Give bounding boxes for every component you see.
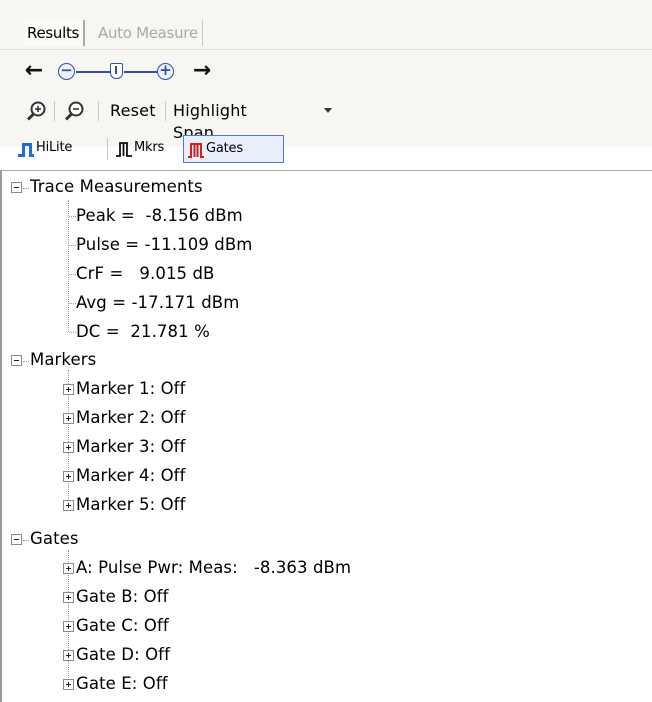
expand-toggle-gate-b[interactable] <box>63 592 74 603</box>
expand-toggle-gate-c[interactable] <box>63 621 74 632</box>
tree-node-gates[interactable]: Gates <box>30 526 79 552</box>
expand-toggle-gate-e[interactable] <box>63 679 74 690</box>
toolbar-separator <box>165 101 166 121</box>
collapse-toggle-gates[interactable] <box>11 534 22 545</box>
slider-track-left[interactable] <box>76 71 110 73</box>
results-panel: Results Auto Measure ← − + → Reset Highl… <box>0 0 652 702</box>
trace-item-avg: Avg = -17.171 dBm <box>76 293 240 312</box>
trace-item-peak: Peak = -8.156 dBm <box>76 206 243 225</box>
marker-item-4[interactable]: Marker 4: Off <box>76 463 186 489</box>
gate-item-a[interactable]: A: Pulse Pwr: Meas: -8.363 dBm <box>76 555 351 581</box>
collapse-toggle-trace[interactable] <box>11 182 22 193</box>
marker-item-2[interactable]: Marker 2: Off <box>76 405 186 431</box>
tree-connector <box>23 361 29 362</box>
marker-item-5[interactable]: Marker 5: Off <box>76 492 186 518</box>
zoom-in-icon[interactable]: + <box>157 63 174 80</box>
trace-item-dc: DC = 21.781 % <box>76 322 210 341</box>
toolbar-separator <box>98 101 99 121</box>
hilite-label: HiLite <box>36 140 73 155</box>
marker-item-1[interactable]: Marker 1: Off <box>76 376 186 402</box>
tree-connector <box>69 245 76 246</box>
toolbar-separator <box>107 138 108 160</box>
tree-connector <box>68 200 69 332</box>
expand-toggle-marker-1[interactable] <box>63 384 74 395</box>
hilite-icon <box>18 143 34 157</box>
gates-icon <box>188 143 204 158</box>
tree-connector <box>69 216 76 217</box>
gate-item-e[interactable]: Gate E: Off <box>76 671 168 697</box>
expand-toggle-marker-5[interactable] <box>63 500 74 511</box>
tab-auto-measure[interactable]: Auto Measure <box>94 20 203 46</box>
expand-toggle-marker-2[interactable] <box>63 413 74 424</box>
mkrs-label: Mkrs <box>134 140 165 155</box>
gates-toggle-button[interactable]: Gates <box>183 135 284 163</box>
tree-connector <box>69 332 76 333</box>
tree-connector <box>23 540 29 541</box>
magnifier-plus-icon[interactable] <box>26 100 48 122</box>
reset-button[interactable]: Reset <box>110 100 156 122</box>
tab-strip: Results Auto Measure <box>0 0 652 50</box>
toolbar-separator <box>54 101 55 121</box>
expand-toggle-gate-d[interactable] <box>63 650 74 661</box>
tree-connector <box>69 274 76 275</box>
expand-toggle-marker-3[interactable] <box>63 442 74 453</box>
collapse-toggle-markers[interactable] <box>11 355 22 366</box>
tree-connector <box>69 303 76 304</box>
gates-label: Gates <box>206 141 243 156</box>
tab-results[interactable]: Results <box>25 20 86 46</box>
chevron-down-icon[interactable] <box>324 108 332 113</box>
markers-icon <box>116 142 132 157</box>
marker-item-3[interactable]: Marker 3: Off <box>76 434 186 460</box>
slider-track-right[interactable] <box>124 71 157 73</box>
hilite-toggle-button[interactable]: HiLite <box>14 135 103 163</box>
arrow-right-icon[interactable]: → <box>192 58 212 86</box>
gate-item-b[interactable]: Gate B: Off <box>76 584 169 610</box>
zoom-slider-row: ← − + → <box>24 58 224 86</box>
magnifier-minus-icon[interactable] <box>64 100 86 122</box>
trace-item-pulse: Pulse = -11.109 dBm <box>76 235 253 254</box>
expand-toggle-marker-4[interactable] <box>63 471 74 482</box>
zoom-out-icon[interactable]: − <box>58 63 75 80</box>
zoom-slider-thumb[interactable] <box>110 63 123 79</box>
tree-connector <box>23 188 29 189</box>
arrow-left-icon[interactable]: ← <box>24 58 44 86</box>
expand-toggle-gate-a[interactable] <box>63 563 74 574</box>
tree-node-trace-measurements[interactable]: Trace Measurements <box>30 174 203 200</box>
gate-item-c[interactable]: Gate C: Off <box>76 613 169 639</box>
gate-item-d[interactable]: Gate D: Off <box>76 642 170 668</box>
tree-node-markers[interactable]: Markers <box>30 347 96 373</box>
tree-left-border <box>0 170 2 702</box>
markers-toggle-button[interactable]: Mkrs <box>112 135 182 163</box>
trace-item-crf: CrF = 9.015 dB <box>76 264 215 283</box>
